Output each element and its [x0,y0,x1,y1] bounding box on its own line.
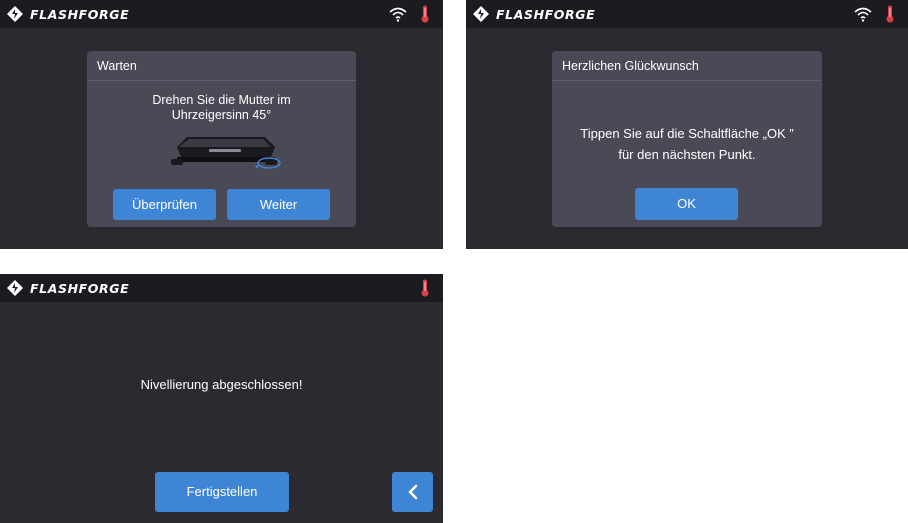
dialog-message-line1: Drehen Sie die Mutter im [152,93,291,107]
flashforge-logo-icon [7,6,23,22]
check-button[interactable]: Überprüfen [113,189,216,220]
wifi-icon [854,7,872,22]
wifi-icon [389,7,407,22]
back-button[interactable] [392,472,433,512]
printer-screen-leveling-done: FLASHFORGE Nivellierung abgeschlossen! F… [0,274,443,523]
chevron-left-icon [408,484,417,500]
top-bar: FLASHFORGE [466,0,908,28]
ok-button[interactable]: OK [635,188,738,220]
brand-name: FLASHFORGE [30,280,130,296]
dialog-message-line2: Uhrzeigersinn 45° [171,108,272,122]
build-plate-illustration [171,137,281,169]
dialog-title: Herzlichen Glückwunsch [552,51,822,81]
top-bar: FLASHFORGE [0,274,443,302]
flashforge-logo-icon [7,280,23,296]
thermometer-icon [421,5,429,23]
finish-button[interactable]: Fertigstellen [155,472,289,512]
wait-dialog: Warten Drehen Sie die Mutter im Uhrzeige… [87,51,356,227]
printer-screen-congrats: FLASHFORGE Herzlichen Glückwunsch Tippen… [466,0,908,249]
flashforge-logo-icon [473,6,489,22]
congrats-dialog: Herzlichen Glückwunsch Tippen Sie auf di… [552,51,822,227]
dialog-title: Warten [87,51,356,81]
printer-screen-level-wait: FLASHFORGE Warten Drehen Sie die Mutter … [0,0,443,249]
brand-logo: FLASHFORGE [7,5,129,23]
thermometer-icon [421,279,429,297]
brand-name: FLASHFORGE [496,6,596,22]
dialog-message-line1: Tippen Sie auf die Schaltfläche „OK ” [580,126,794,141]
brand-logo: FLASHFORGE [7,279,129,297]
brand-name: FLASHFORGE [30,6,130,22]
dialog-message-line2: für den nächsten Punkt. [618,147,756,162]
leveling-complete-message: Nivellierung abgeschlossen! [140,377,303,392]
thermometer-icon [886,5,894,23]
next-button[interactable]: Weiter [227,189,330,220]
brand-logo: FLASHFORGE [473,5,595,23]
top-bar: FLASHFORGE [0,0,443,28]
